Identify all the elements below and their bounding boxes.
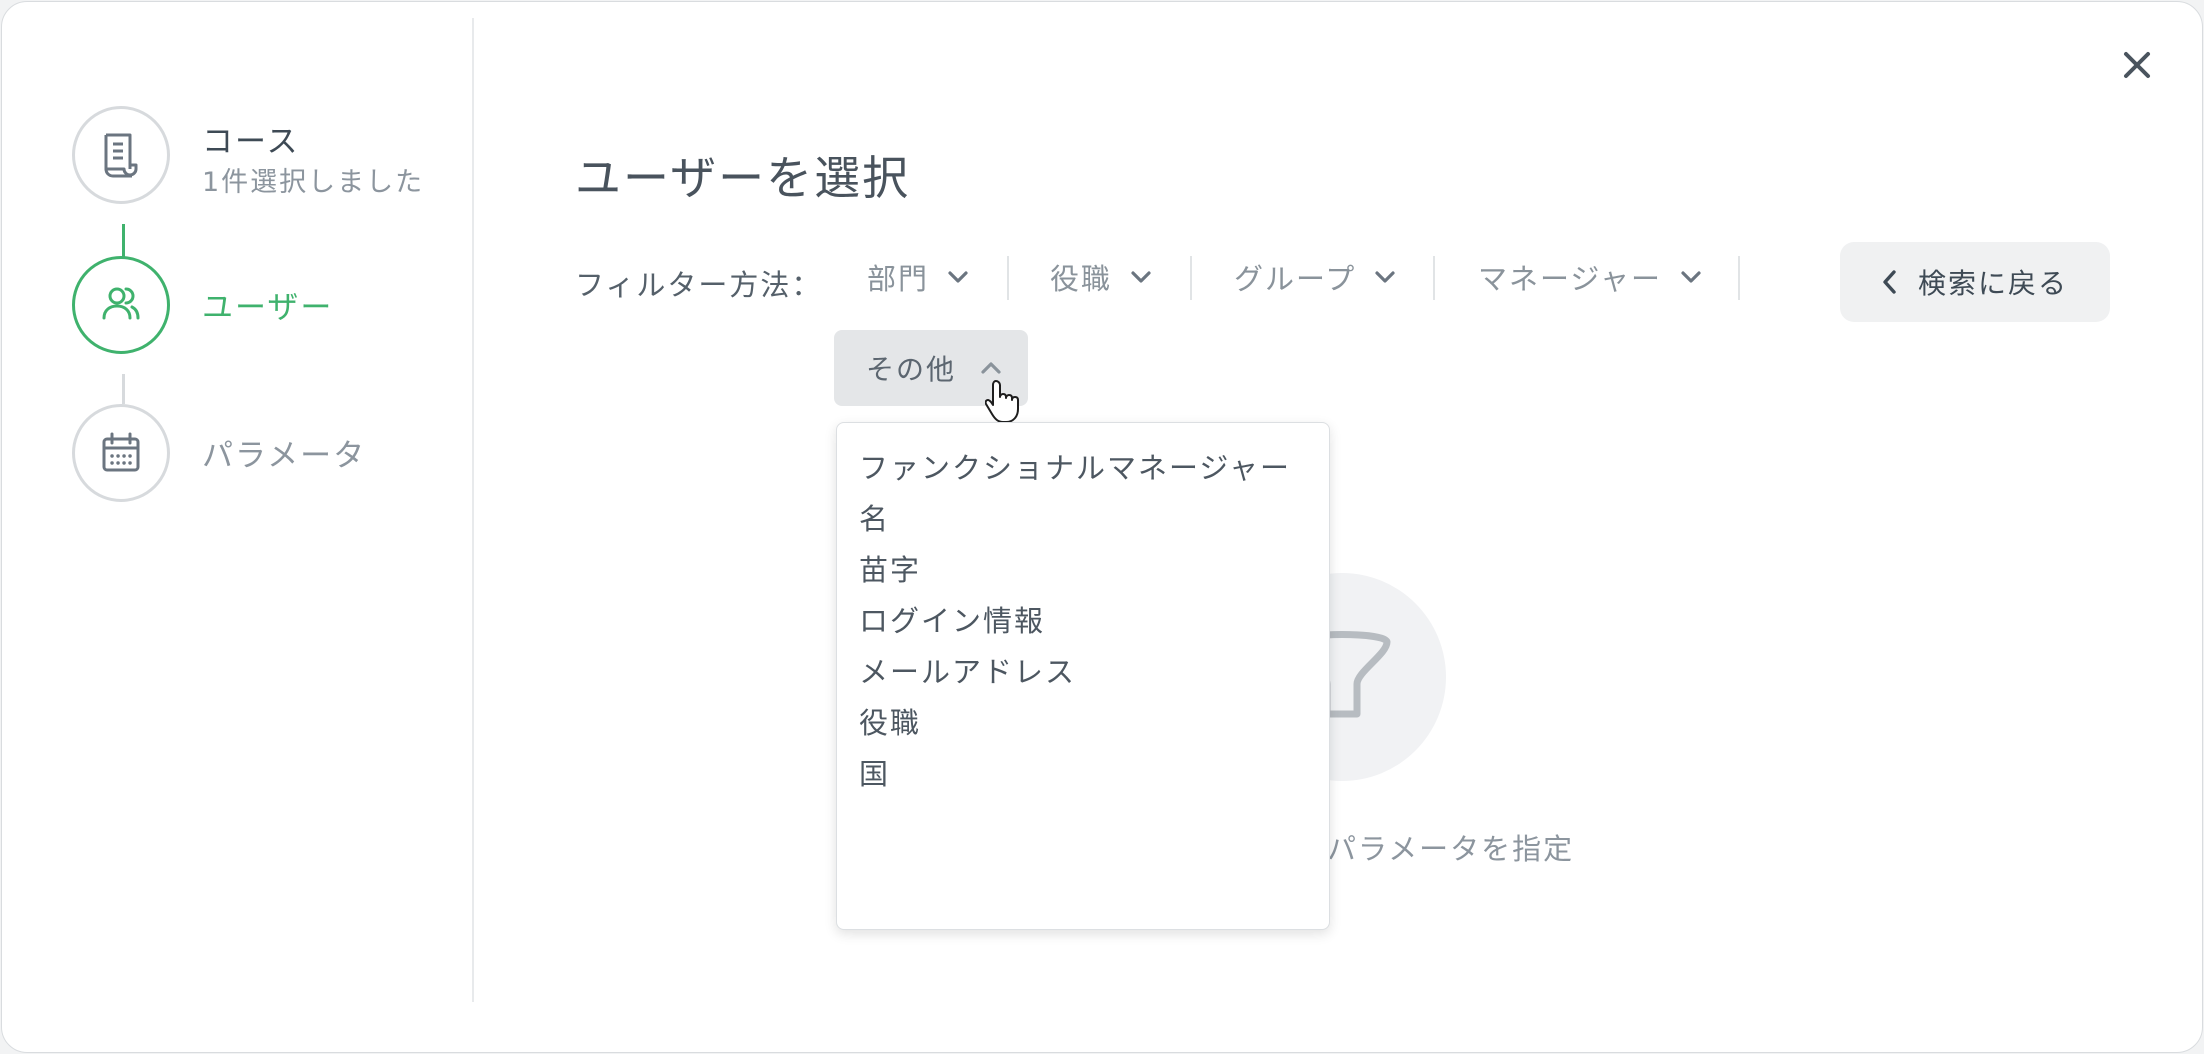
filter-separator xyxy=(1190,256,1192,300)
filter-group-dropdown[interactable]: グループ xyxy=(1234,256,1396,298)
filter-position-label: 役職 xyxy=(1050,262,1113,296)
filter-department-label: 部門 xyxy=(867,262,930,296)
users-icon xyxy=(102,287,140,320)
filter-other-label: その他 xyxy=(866,353,957,386)
chevron-left-icon xyxy=(1883,270,1896,294)
menu-item-first-name[interactable]: 名 xyxy=(859,496,890,538)
chevron-down-icon xyxy=(1681,271,1701,283)
chevron-down-icon xyxy=(1375,271,1395,283)
menu-item-email[interactable]: メールアドレス xyxy=(859,649,1076,691)
close-button[interactable] xyxy=(2112,40,2162,90)
step-course-title: コース xyxy=(202,124,300,160)
filter-separator xyxy=(1738,256,1740,300)
step-parameters-title: パラメータ xyxy=(202,438,367,474)
menu-item-country[interactable]: 国 xyxy=(859,751,890,793)
chevron-down-icon xyxy=(948,271,968,283)
page-title: ユーザーを選択 xyxy=(575,151,911,205)
calendar-icon xyxy=(102,432,140,472)
stepper-sidebar: コース 1件選択しました ユーザー パラメータ xyxy=(2,2,472,1002)
chevron-down-icon xyxy=(1131,271,1151,283)
step-users-circle xyxy=(72,256,170,354)
menu-item-last-name[interactable]: 苗字 xyxy=(859,547,921,589)
document-icon xyxy=(104,133,138,178)
menu-item-functional-manager[interactable]: ファンクショナルマネージャー xyxy=(859,445,1291,487)
filter-separator xyxy=(1007,256,1009,300)
filter-manager-dropdown[interactable]: マネージャー xyxy=(1478,256,1702,298)
step-course-circle xyxy=(72,106,170,204)
filter-group-label: グループ xyxy=(1234,262,1357,296)
filter-separator xyxy=(1433,256,1435,300)
chevron-up-icon xyxy=(981,362,1001,374)
step-parameters-circle xyxy=(72,404,170,502)
back-to-search-button[interactable]: 検索に戻る xyxy=(1840,242,2110,322)
step-connector-completed xyxy=(122,224,125,258)
filter-position-dropdown[interactable]: 役職 xyxy=(1050,256,1152,298)
filter-label: フィルター方法： xyxy=(575,268,823,302)
sidebar-divider xyxy=(472,18,474,1002)
filter-manager-label: マネージャー xyxy=(1478,262,1662,296)
step-users-title: ユーザー xyxy=(202,290,334,326)
step-course-subtitle: 1件選択しました xyxy=(202,167,425,198)
empty-state-text: パラメータを指定 xyxy=(1327,832,1575,866)
hand-pointer-icon xyxy=(985,380,1019,422)
back-to-search-label: 検索に戻る xyxy=(1917,267,2068,300)
step-connector-pending xyxy=(122,374,125,404)
filter-department-dropdown[interactable]: 部門 xyxy=(867,256,969,298)
user-selection-modal: コース 1件選択しました ユーザー パラメータ ユーザーを選択 フィルター方法：… xyxy=(1,1,2203,1053)
close-icon xyxy=(2124,52,2150,78)
menu-item-login[interactable]: ログイン情報 xyxy=(859,598,1045,640)
other-filter-menu: ファンクショナルマネージャー 名 苗字 ログイン情報 メールアドレス 役職 国 xyxy=(836,422,1330,930)
menu-item-position[interactable]: 役職 xyxy=(859,700,921,742)
